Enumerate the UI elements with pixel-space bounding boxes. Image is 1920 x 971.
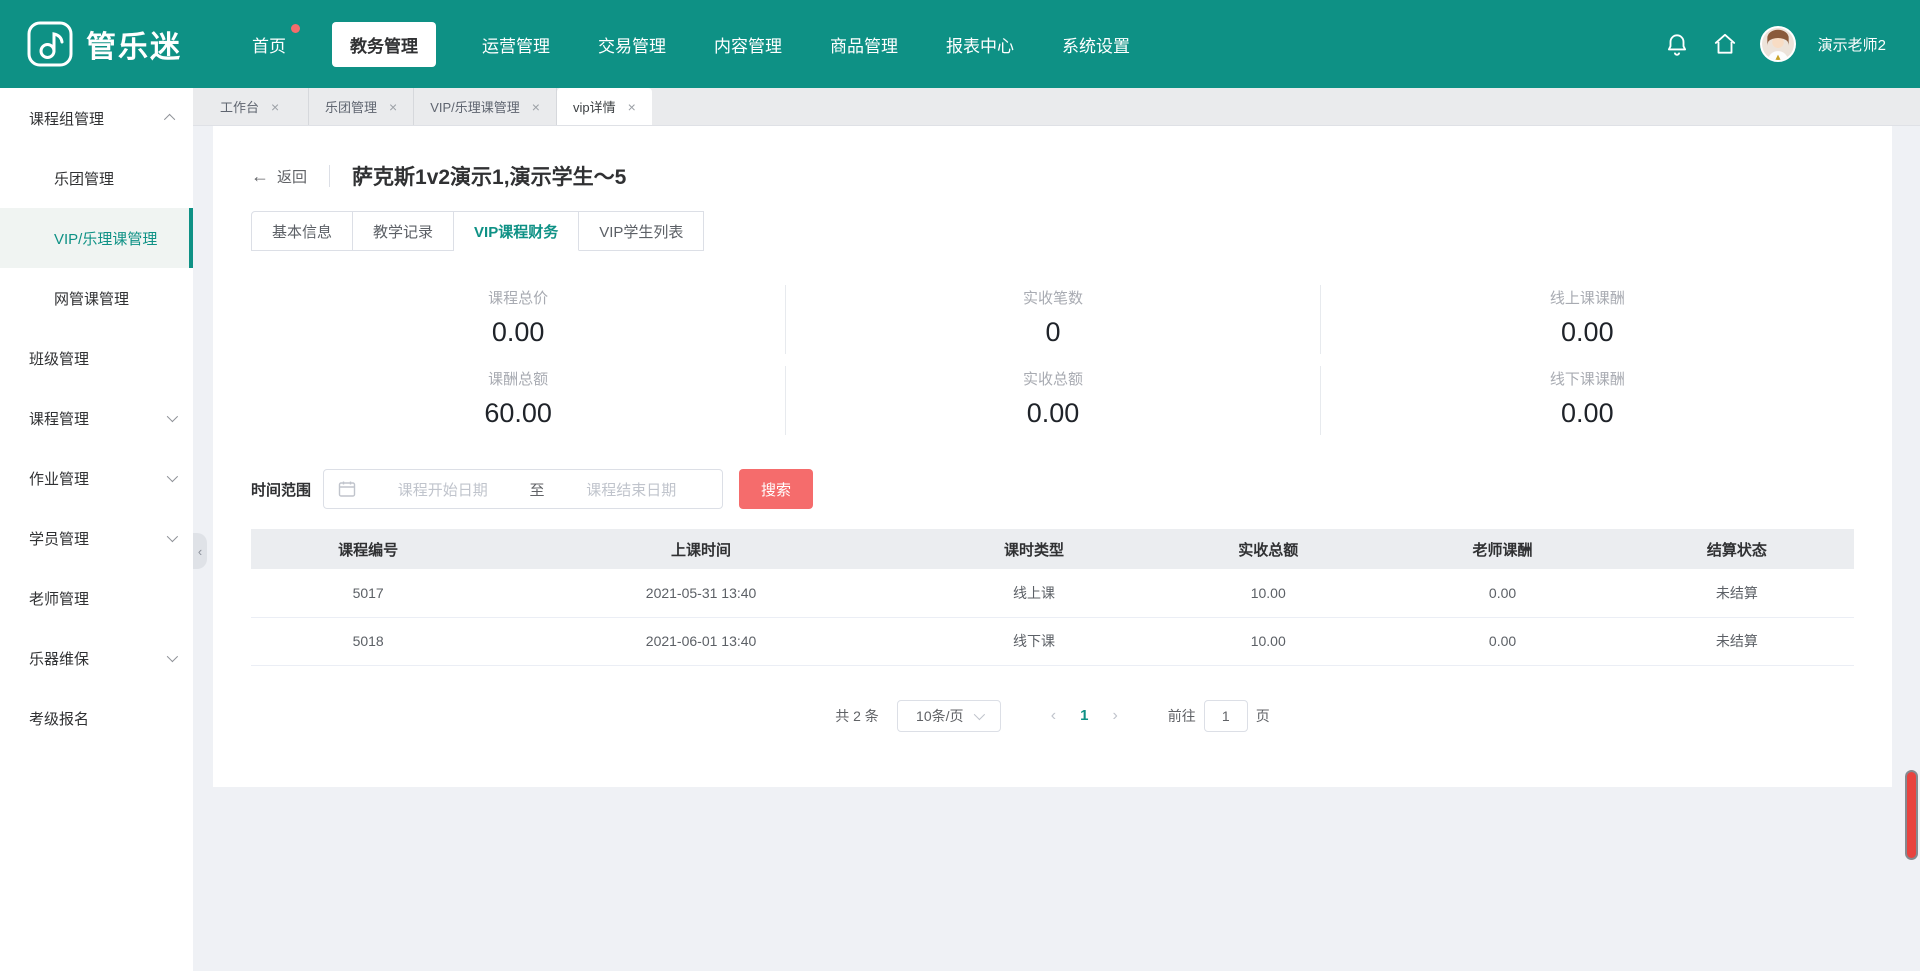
stat-received-total: 实收总额 0.00 [785,366,1319,435]
sidebar-item-course-mgmt[interactable]: 课程管理 [0,388,193,448]
close-icon[interactable]: × [271,100,279,114]
sidebar-item-homework-mgmt[interactable]: 作业管理 [0,448,193,508]
user-avatar[interactable] [1760,26,1796,62]
col-lesson-id: 课程编号 [251,529,485,569]
calendar-icon [338,480,356,498]
search-button[interactable]: 搜索 [739,469,813,509]
col-received-total: 实收总额 [1151,529,1385,569]
stat-course-total-price: 课程总价 0.00 [251,285,785,354]
workspace-tabbar: 工作台 × 乐团管理 × VIP/乐理课管理 × vip详情 × [193,88,1920,126]
prev-page-button[interactable]: ‹ [1051,707,1056,725]
current-page-button[interactable]: 1 [1080,707,1088,724]
notification-dot [291,24,300,33]
brand-name: 管乐迷 [86,22,182,66]
stat-online-class-pay: 线上课课酬 0.00 [1320,285,1854,354]
nav-item-content[interactable]: 内容管理 [712,22,784,67]
filter-row: 时间范围 课程开始日期 至 课程结束日期 搜索 [251,469,1854,509]
date-range-separator: 至 [530,479,545,500]
sidebar-item-student-mgmt[interactable]: 学员管理 [0,508,193,568]
tab-vip-student-list[interactable]: VIP学生列表 [579,211,704,251]
bell-icon[interactable] [1664,31,1690,57]
chevron-down-icon [973,708,984,719]
page-unit-label: 页 [1256,706,1270,726]
workspace-tab-orchestra[interactable]: 乐团管理 × [309,88,414,125]
col-settlement-status: 结算状态 [1620,529,1854,569]
close-icon[interactable]: × [532,100,540,114]
workspace-tab-vip-course[interactable]: VIP/乐理课管理 × [414,88,557,125]
finance-stats: 课程总价 0.00 实收笔数 0 线上课课酬 0.00 课酬总额 60.00 实… [251,285,1854,435]
col-lesson-type: 课时类型 [917,529,1151,569]
header-divider [329,165,330,187]
sidebar-item-vip-course-mgmt[interactable]: VIP/乐理课管理 [0,208,193,268]
sidebar-item-instrument-maintenance[interactable]: 乐器维保 [0,628,193,688]
nav-item-operations[interactable]: 运营管理 [480,22,552,67]
home-icon[interactable] [1712,31,1738,57]
page-header: ← 返回 萨克斯1v2演示1,演示学生～5 [251,162,1854,190]
sidebar-collapse-handle[interactable]: ‹ [193,533,207,569]
back-button[interactable]: ← 返回 [251,166,307,187]
close-icon[interactable]: × [389,100,397,114]
sidebar: 课程组管理 乐团管理 VIP/乐理课管理 网管课管理 班级管理 课程管理 作业管… [0,88,193,971]
workspace-tab-vip-detail[interactable]: vip详情 × [557,88,652,125]
chevron-down-icon [167,471,178,482]
stat-offline-class-pay: 线下课课酬 0.00 [1320,366,1854,435]
nav-item-products[interactable]: 商品管理 [828,22,900,67]
col-teacher-pay: 老师课酬 [1385,529,1619,569]
username-label[interactable]: 演示老师2 [1818,34,1886,55]
sidebar-item-online-admin-course[interactable]: 网管课管理 [0,268,193,328]
date-range-label: 时间范围 [251,479,311,500]
navbar-right: 演示老师2 [1664,26,1886,62]
chevron-down-icon [167,531,178,542]
nav-item-reports[interactable]: 报表中心 [944,22,1016,67]
sidebar-item-course-groups[interactable]: 课程组管理 [0,88,193,148]
total-count-label: 共 2 条 [835,706,879,726]
tab-vip-course-finance[interactable]: VIP课程财务 [454,211,579,251]
end-date-placeholder[interactable]: 课程结束日期 [555,479,709,500]
goto-page-input[interactable] [1204,700,1248,732]
col-lesson-time: 上课时间 [485,529,917,569]
detail-tabs: 基本信息 教学记录 VIP课程财务 VIP学生列表 [251,211,1854,251]
stat-received-count: 实收笔数 0 [785,285,1319,354]
table-row[interactable]: 5018 2021-06-01 13:40 线下课 10.00 0.00 未结算 [251,617,1854,665]
music-note-icon [26,20,74,68]
table-row[interactable]: 5017 2021-05-31 13:40 线上课 10.00 0.00 未结算 [251,569,1854,617]
top-navbar: 管乐迷 首页 教务管理 运营管理 交易管理 内容管理 商品管理 报表中心 系统设… [0,0,1920,88]
main-nav: 首页 教务管理 运营管理 交易管理 内容管理 商品管理 报表中心 系统设置 [250,22,1132,67]
stat-teacher-pay-total: 课酬总额 60.00 [251,366,785,435]
detail-card: ← 返回 萨克斯1v2演示1,演示学生～5 基本信息 教学记录 VIP课程财务 … [213,126,1892,787]
pagination: 共 2 条 10条/页 ‹ 1 › 前往 页 [251,700,1854,732]
nav-item-settings[interactable]: 系统设置 [1060,22,1132,67]
sidebar-item-exam-registration[interactable]: 考级报名 [0,688,193,748]
start-date-placeholder[interactable]: 课程开始日期 [366,479,520,500]
table-header-row: 课程编号 上课时间 课时类型 实收总额 老师课酬 结算状态 [251,529,1854,569]
nav-item-academic[interactable]: 教务管理 [332,22,436,67]
sidebar-item-teacher-mgmt[interactable]: 老师管理 [0,568,193,628]
workspace-tab-workbench[interactable]: 工作台 × [204,88,309,125]
main-content: ‹ ← 返回 萨克斯1v2演示1,演示学生～5 基本信息 教学记录 VIP课程财… [193,126,1920,971]
chevron-down-icon [167,411,178,422]
sidebar-item-orchestra-mgmt[interactable]: 乐团管理 [0,148,193,208]
page-size-select[interactable]: 10条/页 [897,700,1001,732]
avatar-image [1762,28,1794,60]
nav-item-transactions[interactable]: 交易管理 [596,22,668,67]
tab-teaching-records[interactable]: 教学记录 [353,211,454,251]
vertical-scrollbar-thumb[interactable] [1905,770,1918,860]
lessons-table: 课程编号 上课时间 课时类型 实收总额 老师课酬 结算状态 5017 2021-… [251,529,1854,666]
nav-item-home[interactable]: 首页 [250,22,288,67]
brand-logo: 管乐迷 [26,20,182,68]
page-nav: ‹ 1 › [1051,707,1118,725]
date-range-input[interactable]: 课程开始日期 至 课程结束日期 [323,469,723,509]
tab-basic-info[interactable]: 基本信息 [251,211,353,251]
sidebar-item-class-mgmt[interactable]: 班级管理 [0,328,193,388]
chevron-down-icon [167,651,178,662]
goto-page: 前往 页 [1168,700,1270,732]
page-title: 萨克斯1v2演示1,演示学生～5 [352,161,626,191]
back-arrow-icon: ← [251,166,269,187]
goto-label: 前往 [1168,706,1196,726]
chevron-up-icon [164,114,175,125]
collapse-arrow-icon: ‹ [198,544,202,559]
close-icon[interactable]: × [628,100,636,114]
next-page-button[interactable]: › [1112,707,1117,725]
